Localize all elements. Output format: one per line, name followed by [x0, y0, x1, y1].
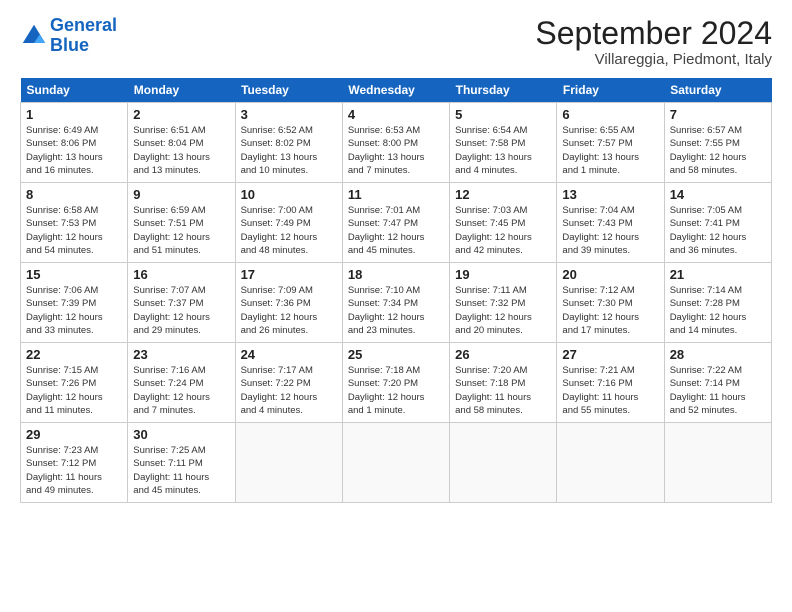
logo-area: General Blue	[20, 16, 117, 56]
empty-cell-3	[450, 423, 557, 503]
logo-blue: Blue	[50, 35, 89, 55]
day-21[interactable]: 21 Sunrise: 7:14 AMSunset: 7:28 PMDaylig…	[664, 263, 771, 343]
empty-cell-1	[235, 423, 342, 503]
day-19[interactable]: 19 Sunrise: 7:11 AMSunset: 7:32 PMDaylig…	[450, 263, 557, 343]
day-27[interactable]: 27 Sunrise: 7:21 AMSunset: 7:16 PMDaylig…	[557, 343, 664, 423]
day-3[interactable]: 3 Sunrise: 6:52 AMSunset: 8:02 PMDayligh…	[235, 103, 342, 183]
logo-icon	[20, 22, 48, 50]
empty-cell-2	[342, 423, 449, 503]
col-thursday: Thursday	[450, 78, 557, 103]
col-tuesday: Tuesday	[235, 78, 342, 103]
day-29[interactable]: 29 Sunrise: 7:23 AMSunset: 7:12 PMDaylig…	[21, 423, 128, 503]
day-6[interactable]: 6 Sunrise: 6:55 AMSunset: 7:57 PMDayligh…	[557, 103, 664, 183]
day-9[interactable]: 9 Sunrise: 6:59 AMSunset: 7:51 PMDayligh…	[128, 183, 235, 263]
day-20[interactable]: 20 Sunrise: 7:12 AMSunset: 7:30 PMDaylig…	[557, 263, 664, 343]
col-friday: Friday	[557, 78, 664, 103]
day-17[interactable]: 17 Sunrise: 7:09 AMSunset: 7:36 PMDaylig…	[235, 263, 342, 343]
day-13[interactable]: 13 Sunrise: 7:04 AMSunset: 7:43 PMDaylig…	[557, 183, 664, 263]
day-12[interactable]: 12 Sunrise: 7:03 AMSunset: 7:45 PMDaylig…	[450, 183, 557, 263]
day-22[interactable]: 22 Sunrise: 7:15 AMSunset: 7:26 PMDaylig…	[21, 343, 128, 423]
calendar-table: Sunday Monday Tuesday Wednesday Thursday…	[20, 78, 772, 503]
header-row: Sunday Monday Tuesday Wednesday Thursday…	[21, 78, 772, 103]
day-15[interactable]: 15 Sunrise: 7:06 AMSunset: 7:39 PMDaylig…	[21, 263, 128, 343]
day-23[interactable]: 23 Sunrise: 7:16 AMSunset: 7:24 PMDaylig…	[128, 343, 235, 423]
day-24[interactable]: 24 Sunrise: 7:17 AMSunset: 7:22 PMDaylig…	[235, 343, 342, 423]
day-4[interactable]: 4 Sunrise: 6:53 AMSunset: 8:00 PMDayligh…	[342, 103, 449, 183]
day-16[interactable]: 16 Sunrise: 7:07 AMSunset: 7:37 PMDaylig…	[128, 263, 235, 343]
header: General Blue September 2024 Villareggia,…	[20, 16, 772, 68]
col-sunday: Sunday	[21, 78, 128, 103]
day-7[interactable]: 7 Sunrise: 6:57 AMSunset: 7:55 PMDayligh…	[664, 103, 771, 183]
day-1[interactable]: 1 Sunrise: 6:49 AMSunset: 8:06 PMDayligh…	[21, 103, 128, 183]
empty-cell-5	[664, 423, 771, 503]
day-11[interactable]: 11 Sunrise: 7:01 AMSunset: 7:47 PMDaylig…	[342, 183, 449, 263]
day-8[interactable]: 8 Sunrise: 6:58 AMSunset: 7:53 PMDayligh…	[21, 183, 128, 263]
day-25[interactable]: 25 Sunrise: 7:18 AMSunset: 7:20 PMDaylig…	[342, 343, 449, 423]
week-1: 1 Sunrise: 6:49 AMSunset: 8:06 PMDayligh…	[21, 103, 772, 183]
location-title: Villareggia, Piedmont, Italy	[535, 51, 772, 68]
logo-general: General	[50, 15, 117, 35]
week-3: 15 Sunrise: 7:06 AMSunset: 7:39 PMDaylig…	[21, 263, 772, 343]
day-30[interactable]: 30 Sunrise: 7:25 AMSunset: 7:11 PMDaylig…	[128, 423, 235, 503]
week-4: 22 Sunrise: 7:15 AMSunset: 7:26 PMDaylig…	[21, 343, 772, 423]
empty-cell-4	[557, 423, 664, 503]
day-2[interactable]: 2 Sunrise: 6:51 AMSunset: 8:04 PMDayligh…	[128, 103, 235, 183]
page: General Blue September 2024 Villareggia,…	[0, 0, 792, 612]
col-monday: Monday	[128, 78, 235, 103]
day-26[interactable]: 26 Sunrise: 7:20 AMSunset: 7:18 PMDaylig…	[450, 343, 557, 423]
week-5: 29 Sunrise: 7:23 AMSunset: 7:12 PMDaylig…	[21, 423, 772, 503]
col-saturday: Saturday	[664, 78, 771, 103]
week-2: 8 Sunrise: 6:58 AMSunset: 7:53 PMDayligh…	[21, 183, 772, 263]
day-5[interactable]: 5 Sunrise: 6:54 AMSunset: 7:58 PMDayligh…	[450, 103, 557, 183]
col-wednesday: Wednesday	[342, 78, 449, 103]
day-10[interactable]: 10 Sunrise: 7:00 AMSunset: 7:49 PMDaylig…	[235, 183, 342, 263]
day-28[interactable]: 28 Sunrise: 7:22 AMSunset: 7:14 PMDaylig…	[664, 343, 771, 423]
day-14[interactable]: 14 Sunrise: 7:05 AMSunset: 7:41 PMDaylig…	[664, 183, 771, 263]
title-area: September 2024 Villareggia, Piedmont, It…	[535, 16, 772, 68]
day-18[interactable]: 18 Sunrise: 7:10 AMSunset: 7:34 PMDaylig…	[342, 263, 449, 343]
month-title: September 2024	[535, 16, 772, 51]
